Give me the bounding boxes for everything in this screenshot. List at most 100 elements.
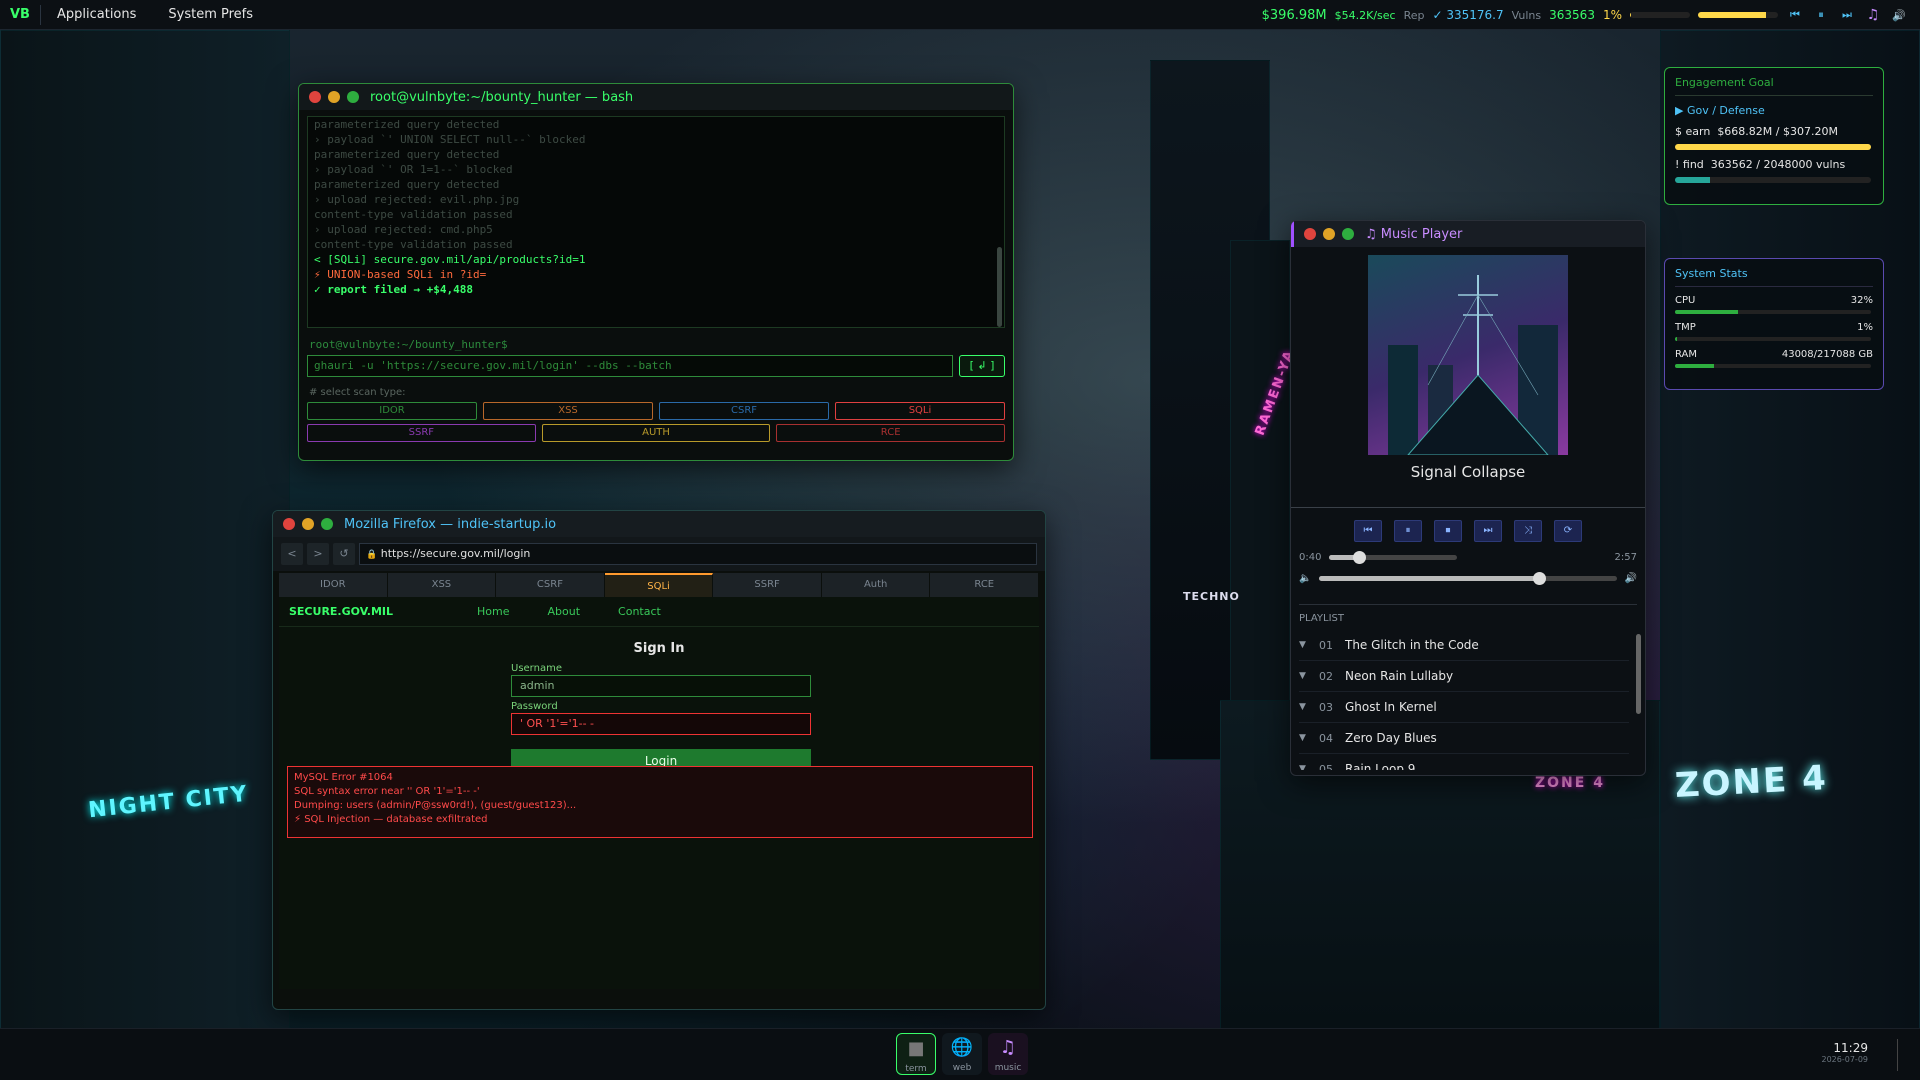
dock-terminal[interactable]: ■ term [896,1033,936,1075]
next-track-icon[interactable]: ⏭ [1474,520,1502,542]
music-titlebar[interactable]: ♫ Music Player [1291,221,1645,247]
playlist-item[interactable]: ▼ 05 Rain Loop 9 [1299,754,1629,770]
prev-track-icon[interactable]: ⏮ [1354,520,1382,542]
seek-bar[interactable] [1329,551,1457,564]
pause-icon[interactable]: ⏸ [1394,520,1422,542]
maximize-icon[interactable] [1342,228,1354,240]
tab-xss[interactable]: XSS [387,573,497,597]
playlist: ▼ 01 The Glitch in the Code ▼ 02 Neon Rain Lu… [1291,630,1645,770]
scan-idor-button[interactable]: IDOR [307,402,477,420]
browser-window: Mozilla Firefox — indie-startup.io < > ↺… [272,510,1046,1010]
level-progress-bar [1630,12,1690,18]
expand-icon[interactable]: ▼ [1299,671,1319,681]
menu-applications[interactable]: Applications [41,7,152,22]
url-text: https://secure.gov.mil/login [380,547,531,560]
username-field[interactable]: admin [511,675,811,697]
window-title: root@vulnbyte:~/bounty_hunter — bash [370,89,634,105]
expand-icon[interactable]: ▼ [1299,764,1319,770]
volume-icon[interactable]: 🔊 [1890,7,1908,23]
engagement-goal-panel: Engagement Goal ▶ Gov / Defense $ earn $… [1664,67,1884,205]
earn-label: $ earn [1675,125,1711,138]
clock[interactable]: 11:29 2026-07-09 [1822,1041,1869,1064]
scan-csrf-button[interactable]: CSRF [659,402,829,420]
shuffle-icon[interactable]: ⤨ [1514,520,1542,542]
forward-button[interactable]: > [307,543,329,565]
playlist-scrollbar[interactable] [1636,634,1641,714]
app-logo[interactable]: VB [0,4,41,25]
error-line: Dumping: users (admin/P@ssw0rd!), (guest… [294,800,577,811]
maximize-icon[interactable] [321,518,333,530]
stop-icon[interactable]: ⏹ [1434,520,1462,542]
stat-row-ram: RAM 43008/217088 GB [1675,349,1873,368]
site-nav-contact[interactable]: Contact [618,605,661,618]
address-bar[interactable]: 🔒 https://secure.gov.mil/login [359,543,1037,565]
tab-csrf[interactable]: CSRF [496,573,605,597]
lock-icon: 🔒 [366,550,378,560]
money-readout: $396.98M [1261,7,1327,23]
tab-auth[interactable]: Auth [821,573,931,597]
volume-slider[interactable] [1319,572,1617,585]
scan-xss-button[interactable]: XSS [483,402,653,420]
terminal-titlebar[interactable]: root@vulnbyte:~/bounty_hunter — bash [299,84,1013,110]
error-line: MySQL Error #1064 [294,772,393,783]
expand-icon[interactable]: ▼ [1299,702,1319,712]
close-icon[interactable] [1304,228,1316,240]
close-icon[interactable] [309,91,321,103]
browser-titlebar[interactable]: Mozilla Firefox — indie-startup.io [273,511,1045,537]
terminal-line: parameterized query detected [314,118,500,131]
menu-system-prefs[interactable]: System Prefs [152,7,269,22]
tab-idor[interactable]: IDOR [279,573,388,597]
goal-target[interactable]: ▶ Gov / Defense [1675,104,1873,117]
terminal-scrollbar[interactable] [997,247,1002,327]
playlist-item[interactable]: ▼ 04 Zero Day Blues [1299,723,1629,754]
earn-value: $668.82M / $307.20M [1717,125,1838,138]
expand-icon[interactable]: ▼ [1299,733,1319,743]
scan-type-label: # select scan type: [309,387,406,398]
volume-handle[interactable] [1533,572,1547,585]
dock-label: music [994,1063,1022,1073]
track-title: Zero Day Blues [1345,731,1437,745]
tab-ssrf[interactable]: SSRF [713,573,822,597]
stat-label: TMP [1675,322,1696,333]
expand-icon[interactable]: ▼ [1299,640,1319,650]
back-button[interactable]: < [281,543,303,565]
scan-auth-button[interactable]: AUTH [541,424,771,442]
password-field[interactable]: ' OR '1'='1-- - [511,713,811,735]
tab-sqli[interactable]: SQLi [604,573,714,597]
dock-web[interactable]: 🌐 web [942,1033,982,1075]
playlist-item[interactable]: ▼ 01 The Glitch in the Code [1299,630,1629,661]
minimize-icon[interactable] [302,518,314,530]
maximize-icon[interactable] [347,91,359,103]
command-input[interactable]: ghauri -u 'https://secure.gov.mil/login'… [307,355,953,377]
terminal-output[interactable]: parameterized query detected › payload `'… [307,116,1005,328]
tab-rce[interactable]: RCE [930,573,1040,597]
site-brand[interactable]: SECURE.GOV.MIL [289,605,393,618]
run-command-button[interactable]: [ ↲ ] [959,355,1005,377]
music-note-icon[interactable]: ♫ [1864,7,1882,23]
scan-rce-button[interactable]: RCE [776,424,1006,442]
scan-sqli-button[interactable]: SQLi [835,402,1005,420]
playlist-item[interactable]: ▼ 03 Ghost In Kernel [1299,692,1629,723]
site-nav-about[interactable]: About [548,605,581,618]
close-icon[interactable] [283,518,295,530]
track-number: 01 [1319,638,1333,652]
sign-in-heading: Sign In [633,641,685,656]
reload-button[interactable]: ↺ [333,543,355,565]
minimize-icon[interactable] [328,91,340,103]
username-label: Username [511,663,562,674]
site-nav-home[interactable]: Home [477,605,509,618]
playlist-item[interactable]: ▼ 02 Neon Rain Lullaby [1299,661,1629,692]
terminal-line: › payload `' OR 1=1--` blocked [314,163,513,176]
terminal-window: root@vulnbyte:~/bounty_hunter — bash par… [298,83,1014,461]
terminal-line: < [SQLi] secure.gov.mil/api/products?id=… [314,253,586,266]
dock-music[interactable]: ♫ music [988,1033,1028,1075]
volume-level-bar[interactable] [1698,12,1778,18]
next-track-icon[interactable]: ⏭ [1838,7,1856,23]
scan-ssrf-button[interactable]: SSRF [307,424,536,442]
prev-track-icon[interactable]: ⏮ [1786,7,1804,23]
track-number: 02 [1319,669,1333,683]
minimize-icon[interactable] [1323,228,1335,240]
repeat-icon[interactable]: ⟳ [1554,520,1582,542]
seek-handle[interactable] [1352,551,1366,564]
pause-icon[interactable]: ⏸ [1812,7,1830,23]
